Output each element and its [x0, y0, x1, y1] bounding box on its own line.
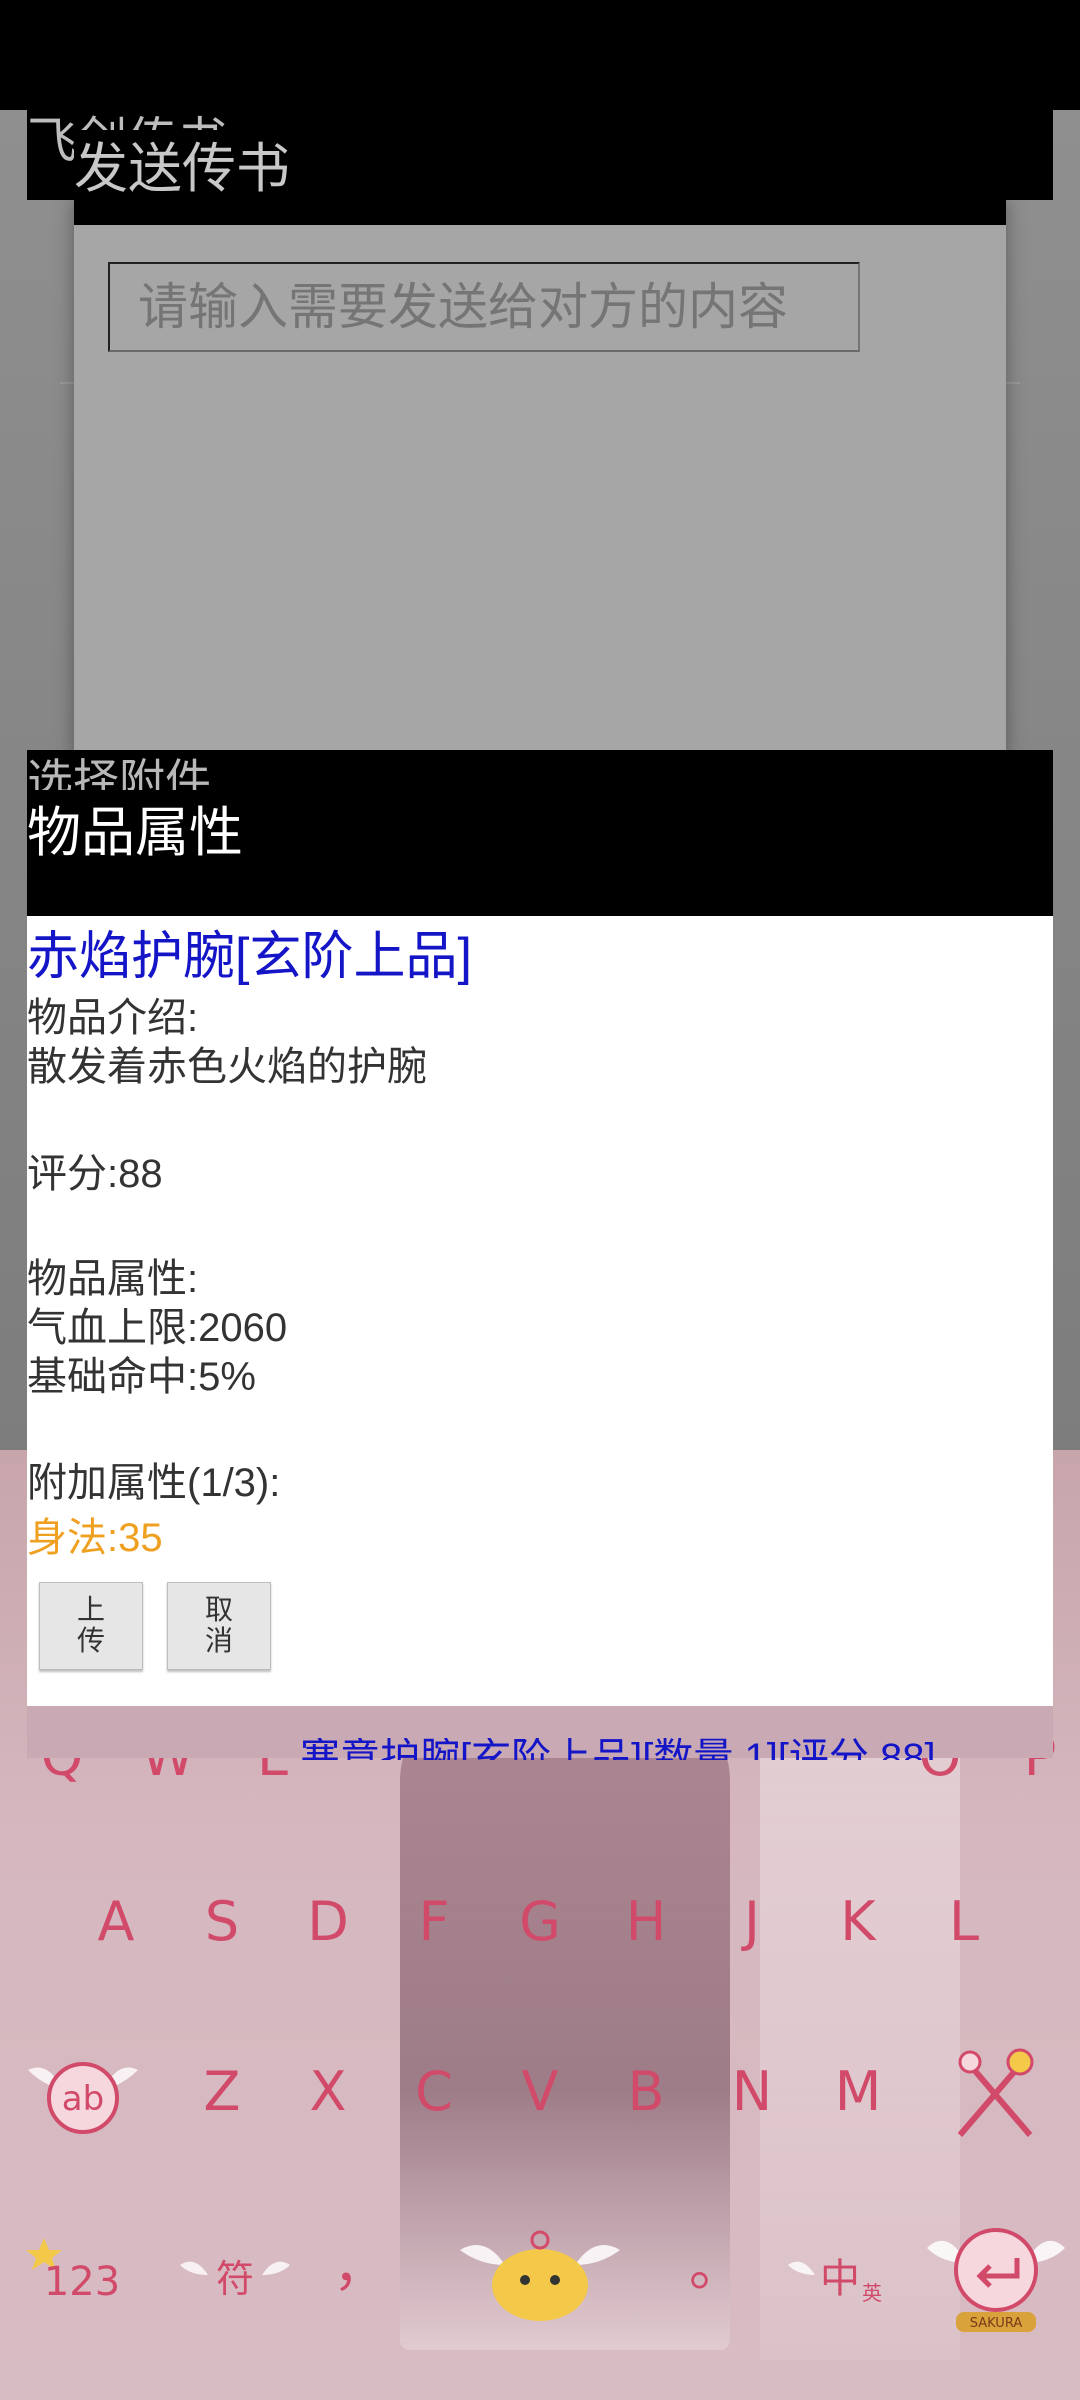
- numbers-label: 123: [44, 2259, 120, 2305]
- key-f[interactable]: F: [394, 1895, 474, 1949]
- key-a[interactable]: A: [76, 1895, 156, 1949]
- key-c[interactable]: C: [394, 2065, 474, 2119]
- backspace-key[interactable]: [930, 2040, 1060, 2150]
- language-sub-label: 英: [862, 2281, 882, 2305]
- key-s[interactable]: S: [182, 1895, 262, 1949]
- item-extra-value: 身法:35: [27, 1516, 163, 1560]
- key-x[interactable]: X: [288, 2065, 368, 2119]
- key-d[interactable]: D: [288, 1895, 368, 1949]
- shift-label: ab: [62, 2079, 104, 2119]
- item-prop-hit: 基础命中:5%: [27, 1355, 256, 1399]
- key-l[interactable]: L: [924, 1895, 1004, 1949]
- upload-button[interactable]: 上传: [39, 1582, 143, 1670]
- item-intro-text: 散发着赤色火焰的护腕: [27, 1045, 427, 1089]
- key-g[interactable]: G: [500, 1895, 580, 1949]
- enter-badge: SAKURA: [970, 2316, 1023, 2331]
- item-dialog-title: 物品属性: [27, 803, 243, 863]
- kero-mascot-icon: [460, 2230, 620, 2321]
- space-key[interactable]: [440, 2215, 640, 2325]
- item-score: 评分:88: [27, 1152, 163, 1196]
- language-label: 中: [820, 2256, 860, 2302]
- item-intro-label: 物品介绍:: [27, 996, 199, 1040]
- status-bar: [0, 0, 1080, 110]
- cancel-button[interactable]: 取消: [167, 1582, 271, 1670]
- key-b[interactable]: B: [606, 2065, 686, 2119]
- send-dialog-title: 发送传书: [74, 139, 290, 199]
- shift-key[interactable]: ab: [18, 2040, 148, 2150]
- key-h[interactable]: H: [606, 1895, 686, 1949]
- enter-icon: SAKURA: [927, 2228, 1065, 2332]
- item-extra-label: 附加属性(1/3):: [27, 1461, 281, 1505]
- message-input[interactable]: [108, 262, 860, 352]
- numbers-icon: 123: [26, 2238, 120, 2305]
- item-prop-hp: 气血上限:2060: [27, 1306, 288, 1350]
- key-m[interactable]: M: [818, 2065, 898, 2119]
- item-name: 赤焰护腕[玄阶上品]: [27, 928, 472, 986]
- symbols-label: 符: [216, 2257, 254, 2301]
- comma-key[interactable]: ，: [320, 2240, 400, 2294]
- item-properties-dialog: 物品属性 赤焰护腕[玄阶上品] 物品介绍: 散发着赤色火焰的护腕 评分:88 物…: [27, 750, 1053, 1706]
- key-j[interactable]: J: [712, 1895, 792, 1949]
- key-n[interactable]: N: [712, 2065, 792, 2119]
- magic-wand-backspace-icon: [957, 2048, 1034, 2137]
- language-switch-icon: 中 英: [788, 2256, 882, 2305]
- item-list-row[interactable]: 寒意护腕[玄阶上品][数量 1][评分 88]: [300, 1738, 936, 1760]
- numbers-key[interactable]: 123: [14, 2220, 144, 2330]
- key-z[interactable]: Z: [182, 2065, 262, 2119]
- period-key[interactable]: 。: [676, 2240, 756, 2294]
- symbols-key[interactable]: 符: [170, 2220, 300, 2330]
- key-v[interactable]: V: [500, 2065, 580, 2119]
- symbols-icon: 符: [180, 2257, 290, 2301]
- key-k[interactable]: K: [818, 1895, 898, 1949]
- item-props-label: 物品属性:: [27, 1257, 199, 1301]
- shift-icon: ab: [28, 2062, 138, 2134]
- language-key[interactable]: 中 英: [780, 2220, 910, 2330]
- enter-key[interactable]: SAKURA: [922, 2208, 1070, 2338]
